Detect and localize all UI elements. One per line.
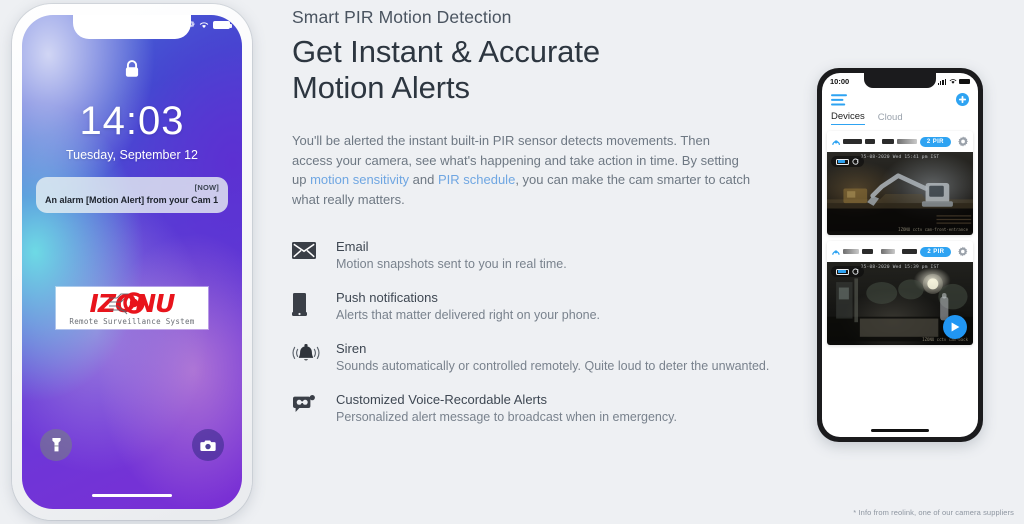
feature-text: Email Motion snapshots sent to you in re… xyxy=(336,239,770,273)
logo-mark: IZONU xyxy=(64,291,200,316)
phone-notch xyxy=(73,15,191,39)
app-top-bar xyxy=(822,90,978,106)
feature-item-email: Email Motion snapshots sent to you in re… xyxy=(292,239,770,273)
pir-badge: 2 PIR xyxy=(920,246,952,257)
lockscreen: ❁ 14:03 Tuesday, September 12 [NOW] An a… xyxy=(22,15,242,509)
feature-title: Push notifications xyxy=(336,290,438,305)
feature-item-push-notifications: Push notifications Alerts that matter de… xyxy=(292,290,770,324)
feature-text: Customized Voice-Recordable Alerts Perso… xyxy=(336,392,770,426)
status-clock: 10:00 xyxy=(830,77,850,86)
phone-notch xyxy=(864,73,936,88)
cellular-signal-icon xyxy=(937,78,946,85)
right-phone-mockup: 10:00 Devices Cloud 2 PIR 25-08-2020 Wed… xyxy=(817,68,983,442)
content-column: Smart PIR Motion Detection Get Instant &… xyxy=(292,0,770,524)
device-card-header: 2 PIR xyxy=(827,241,973,262)
headline-line-2: Motion Alerts xyxy=(292,70,470,105)
logo-tagline: Remote Surveillance System xyxy=(69,317,195,326)
feature-item-voice-alerts: Customized Voice-Recordable Alerts Perso… xyxy=(292,392,770,426)
envelope-icon xyxy=(292,239,336,259)
page-root: ❁ 14:03 Tuesday, September 12 [NOW] An a… xyxy=(0,0,1024,524)
camera-button[interactable] xyxy=(192,429,224,461)
home-indicator xyxy=(871,429,929,432)
flashlight-icon xyxy=(51,438,61,452)
feature-text: Push notifications Alerts that matter de… xyxy=(336,290,770,324)
hamburger-menu-icon[interactable] xyxy=(831,93,847,106)
battery-icon xyxy=(959,78,970,85)
camera-status-icon xyxy=(832,249,840,255)
feature-description: Personalized alert message to broadcast … xyxy=(336,410,677,424)
device-name-redacted xyxy=(843,139,862,144)
feed-watermark: IZONU cctv cam-back xyxy=(922,337,968,342)
feature-title: Email xyxy=(336,239,369,254)
add-plus-icon[interactable] xyxy=(956,93,969,106)
notification-timestamp: [NOW] xyxy=(194,183,219,192)
footnote-text: * Info from reolink, one of our camera s… xyxy=(853,508,1014,517)
home-indicator xyxy=(92,493,172,497)
izonu-logo: IZONU Remote Surveillance System xyxy=(56,287,208,329)
feed-watermark: IZONU cctv cam-front-entrance xyxy=(898,227,968,232)
notification-message: An alarm [Motion Alert] from your Cam 1 xyxy=(45,195,219,205)
flashlight-button[interactable] xyxy=(40,429,72,461)
feature-list: Email Motion snapshots sent to you in re… xyxy=(292,239,770,426)
battery-icon xyxy=(213,21,232,29)
feature-title: Siren xyxy=(336,341,367,356)
app-tabs: Devices Cloud xyxy=(822,106,978,125)
motion-sensitivity-link[interactable]: motion sensitivity xyxy=(310,172,409,187)
eyebrow-text: Smart PIR Motion Detection xyxy=(292,7,512,27)
device-name-redacted xyxy=(842,249,859,254)
lockscreen-time: 14:03 xyxy=(79,99,185,143)
motion-alert-notification[interactable]: [NOW] An alarm [Motion Alert] from your … xyxy=(36,177,228,213)
device-meta-redacted xyxy=(881,139,894,144)
gear-icon[interactable] xyxy=(958,136,968,147)
lockscreen-date: Tuesday, September 12 xyxy=(65,148,199,162)
lock-icon xyxy=(124,59,141,84)
siren-bell-icon xyxy=(292,341,336,364)
feature-text: Siren Sounds automatically or controlled… xyxy=(336,341,770,375)
status-icons xyxy=(937,78,970,85)
left-phone-mockup: ❁ 14:03 Tuesday, September 12 [NOW] An a… xyxy=(12,4,252,520)
gear-icon[interactable] xyxy=(958,246,968,257)
device-name-redacted xyxy=(864,139,875,144)
camera-icon xyxy=(200,440,216,451)
feature-title: Customized Voice-Recordable Alerts xyxy=(336,392,547,407)
camera-feed-thumbnail[interactable]: 25-08-2020 Wed 15:39 pm IST IZONU cctv c… xyxy=(827,262,973,345)
device-meta-redacted xyxy=(896,139,917,144)
wifi-icon xyxy=(199,22,209,29)
bluetooth-icon: ❁ xyxy=(188,20,195,29)
device-meta-redacted xyxy=(901,249,918,254)
camera-feed-thumbnail[interactable]: 25-08-2020 Wed 15:41 pm IST IZONU cctv c… xyxy=(827,152,973,235)
camera-app-screen: 10:00 Devices Cloud 2 PIR 25-08-2020 Wed… xyxy=(822,73,978,437)
headline-line-1: Get Instant & Accurate xyxy=(292,34,600,69)
device-meta-redacted xyxy=(880,249,895,254)
pir-badge: 2 PIR xyxy=(919,136,951,147)
logo-circuit-eye-icon xyxy=(109,292,145,315)
feed-scene-excavator xyxy=(827,173,973,232)
tab-cloud[interactable]: Cloud xyxy=(878,112,903,125)
device-card-header: 2 PIR xyxy=(827,131,973,152)
device-name-redacted xyxy=(861,249,873,254)
lockscreen-status-bar: ❁ xyxy=(188,20,232,29)
feature-description: Motion snapshots sent to you in real tim… xyxy=(336,257,567,271)
feature-description: Sounds automatically or controlled remot… xyxy=(336,359,770,373)
wifi-icon xyxy=(949,79,956,84)
body-paragraph: You'll be alerted the instant built-in P… xyxy=(292,131,754,209)
page-title: Get Instant & Accurate Motion Alerts xyxy=(292,34,770,106)
feature-item-siren: Siren Sounds automatically or controlled… xyxy=(292,341,770,375)
device-card[interactable]: 2 PIR 25-08-2020 Wed 15:41 pm IST IZONU … xyxy=(827,131,973,235)
voice-megaphone-icon xyxy=(292,392,336,414)
device-card[interactable]: 2 PIR 25-08-2020 Wed 15:39 pm IST IZONU … xyxy=(827,241,973,345)
mobile-phone-icon xyxy=(292,290,336,316)
tab-devices[interactable]: Devices xyxy=(831,111,865,125)
feature-description: Alerts that matter delivered right on yo… xyxy=(336,308,601,322)
play-icon xyxy=(951,322,959,332)
pir-schedule-link[interactable]: PIR schedule xyxy=(438,172,515,187)
paragraph-part-2: and xyxy=(409,172,438,187)
play-button[interactable] xyxy=(943,315,967,339)
camera-status-icon xyxy=(832,139,841,145)
